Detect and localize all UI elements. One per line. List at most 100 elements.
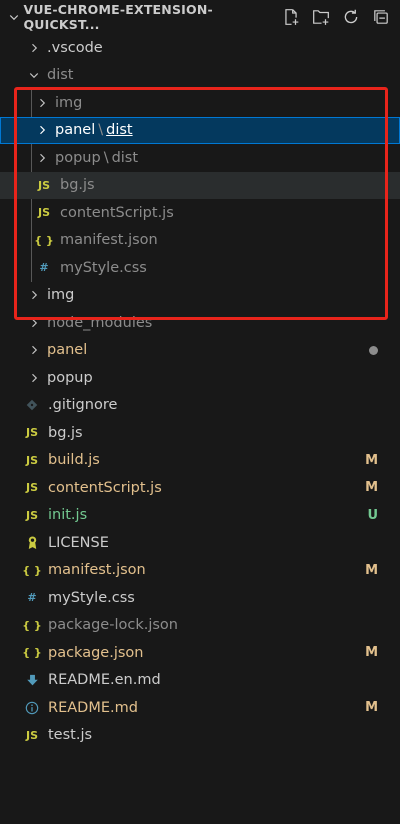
tree-item-manifest-json[interactable]: { } manifest.json M bbox=[0, 557, 400, 585]
tree-item-mystyle-css[interactable]: # myStyle.css bbox=[0, 584, 400, 612]
info-icon bbox=[24, 700, 40, 716]
tree-item-package-json[interactable]: { } package.json M bbox=[0, 639, 400, 667]
tree-item-label: manifest.json bbox=[48, 562, 146, 579]
tree-item-label: myStyle.css bbox=[48, 589, 135, 606]
path-separator: \ bbox=[103, 149, 109, 166]
tree-item-dist-bg-js[interactable]: JS bg.js bbox=[0, 171, 400, 199]
new-file-icon[interactable] bbox=[280, 6, 302, 28]
tree-item-label: package.json bbox=[48, 644, 144, 661]
chevron-right-icon bbox=[26, 370, 42, 386]
compact-folder-segment[interactable]: dist bbox=[112, 150, 138, 166]
css-file-icon: # bbox=[27, 591, 37, 605]
tree-item-dist[interactable]: dist bbox=[0, 62, 400, 90]
javascript-file-icon: JS bbox=[25, 426, 38, 440]
tree-item-label: img bbox=[47, 287, 75, 304]
collapse-all-icon[interactable] bbox=[370, 6, 392, 28]
tree-item-label: README.md bbox=[48, 699, 138, 716]
tree-item-label: img bbox=[55, 94, 83, 111]
tree-item-contentscript-js[interactable]: JS contentScript.js M bbox=[0, 474, 400, 502]
tree-item-node-modules[interactable]: node_modules bbox=[0, 309, 400, 337]
tree-item-dist-img[interactable]: img bbox=[0, 89, 400, 117]
javascript-file-icon: JS bbox=[25, 508, 38, 522]
git-status-badge: M bbox=[365, 700, 378, 716]
git-status-badge: M bbox=[365, 562, 378, 578]
chevron-right-icon bbox=[34, 150, 50, 166]
tree-item-label: panel bbox=[47, 342, 88, 359]
javascript-file-icon: JS bbox=[37, 178, 50, 192]
modified-dot-badge bbox=[369, 345, 378, 355]
git-status-badge: M bbox=[365, 452, 378, 468]
tree-item-label: LICENSE bbox=[48, 534, 109, 551]
compact-folder-segment[interactable]: panel bbox=[55, 122, 95, 138]
tree-item-panel[interactable]: panel bbox=[0, 337, 400, 365]
javascript-file-icon: JS bbox=[25, 481, 38, 495]
new-folder-icon[interactable] bbox=[310, 6, 332, 28]
tree-item-dist-popup[interactable]: popup \ dist bbox=[0, 144, 400, 172]
tree-item-label: popup \ dist bbox=[55, 150, 138, 166]
tree-item-label: bg.js bbox=[60, 177, 95, 194]
json-file-icon: { } bbox=[22, 563, 42, 577]
chevron-down-icon bbox=[6, 11, 21, 23]
tree-item-init-js[interactable]: JS init.js U bbox=[0, 502, 400, 530]
tree-item-label: README.en.md bbox=[48, 672, 161, 689]
tree-item-label: test.js bbox=[48, 727, 93, 744]
tree-item-popup[interactable]: popup bbox=[0, 364, 400, 392]
tree-item-label: build.js bbox=[48, 452, 100, 469]
tree-item-label: bg.js bbox=[48, 424, 83, 441]
compact-folder-segment[interactable]: popup bbox=[55, 150, 101, 166]
tree-item-label: init.js bbox=[48, 507, 88, 524]
tree-item-dist-manifest-json[interactable]: { } manifest.json bbox=[0, 227, 400, 255]
chevron-down-icon bbox=[26, 67, 42, 83]
chevron-right-icon bbox=[26, 315, 42, 331]
tree-item-label: node_modules bbox=[47, 314, 153, 331]
tree-item-readme-en-md[interactable]: README.en.md bbox=[0, 667, 400, 695]
javascript-file-icon: JS bbox=[25, 728, 38, 742]
git-status-badge: U bbox=[367, 507, 378, 523]
chevron-right-icon bbox=[34, 95, 50, 111]
tree-item-readme-md[interactable]: README.md M bbox=[0, 694, 400, 722]
explorer-toolbar bbox=[280, 6, 392, 28]
file-tree: .vscode dist img panel \ dist popup \ di… bbox=[0, 34, 400, 749]
git-file-icon bbox=[24, 397, 40, 413]
dist-children: img panel \ dist popup \ dist JS bg.js J… bbox=[0, 89, 400, 282]
javascript-file-icon: JS bbox=[25, 453, 38, 467]
tree-item-label: contentScript.js bbox=[48, 479, 162, 496]
tree-item-gitignore[interactable]: .gitignore bbox=[0, 392, 400, 420]
tree-item-label: dist bbox=[47, 67, 74, 84]
tree-item-bg-js[interactable]: JS bg.js bbox=[0, 419, 400, 447]
tree-item-dist-contentscript-js[interactable]: JS contentScript.js bbox=[0, 199, 400, 227]
explorer-section-title[interactable]: VUE-CHROME-EXTENSION-QUICKST... bbox=[6, 2, 280, 32]
javascript-file-icon: JS bbox=[37, 206, 50, 220]
git-status-badge: M bbox=[365, 480, 378, 496]
tree-item-build-js[interactable]: JS build.js M bbox=[0, 447, 400, 475]
download-arrow-icon bbox=[24, 672, 40, 688]
chevron-right-icon bbox=[26, 40, 42, 56]
css-file-icon: # bbox=[39, 261, 49, 275]
license-file-icon bbox=[24, 535, 40, 551]
explorer-header: VUE-CHROME-EXTENSION-QUICKST... bbox=[0, 0, 400, 34]
git-status-badge: M bbox=[365, 645, 378, 661]
tree-item-label: popup bbox=[47, 369, 93, 386]
chevron-right-icon bbox=[26, 342, 42, 358]
tree-item-vscode[interactable]: .vscode bbox=[0, 34, 400, 62]
tree-item-label: package-lock.json bbox=[48, 617, 178, 634]
tree-item-label: manifest.json bbox=[60, 232, 158, 249]
tree-item-img[interactable]: img bbox=[0, 282, 400, 310]
json-file-icon: { } bbox=[22, 618, 42, 632]
tree-item-dist-mystyle-css[interactable]: # myStyle.css bbox=[0, 254, 400, 282]
tree-item-label: panel \ dist bbox=[55, 122, 133, 138]
refresh-icon[interactable] bbox=[340, 6, 362, 28]
tree-item-test-js[interactable]: JS test.js bbox=[0, 722, 400, 750]
compact-folder-segment[interactable]: dist bbox=[106, 122, 132, 138]
tree-item-dist-panel[interactable]: panel \ dist bbox=[0, 116, 400, 144]
tree-item-label: myStyle.css bbox=[60, 259, 147, 276]
tree-item-label: .vscode bbox=[47, 39, 103, 56]
tree-item-package-lock-json[interactable]: { } package-lock.json bbox=[0, 612, 400, 640]
tree-item-license[interactable]: LICENSE bbox=[0, 529, 400, 557]
path-separator: \ bbox=[98, 122, 104, 139]
explorer-title: VUE-CHROME-EXTENSION-QUICKST... bbox=[23, 2, 213, 32]
tree-item-label: contentScript.js bbox=[60, 204, 174, 221]
tree-item-label: .gitignore bbox=[48, 397, 118, 414]
json-file-icon: { } bbox=[34, 233, 54, 247]
chevron-right-icon bbox=[34, 122, 50, 138]
